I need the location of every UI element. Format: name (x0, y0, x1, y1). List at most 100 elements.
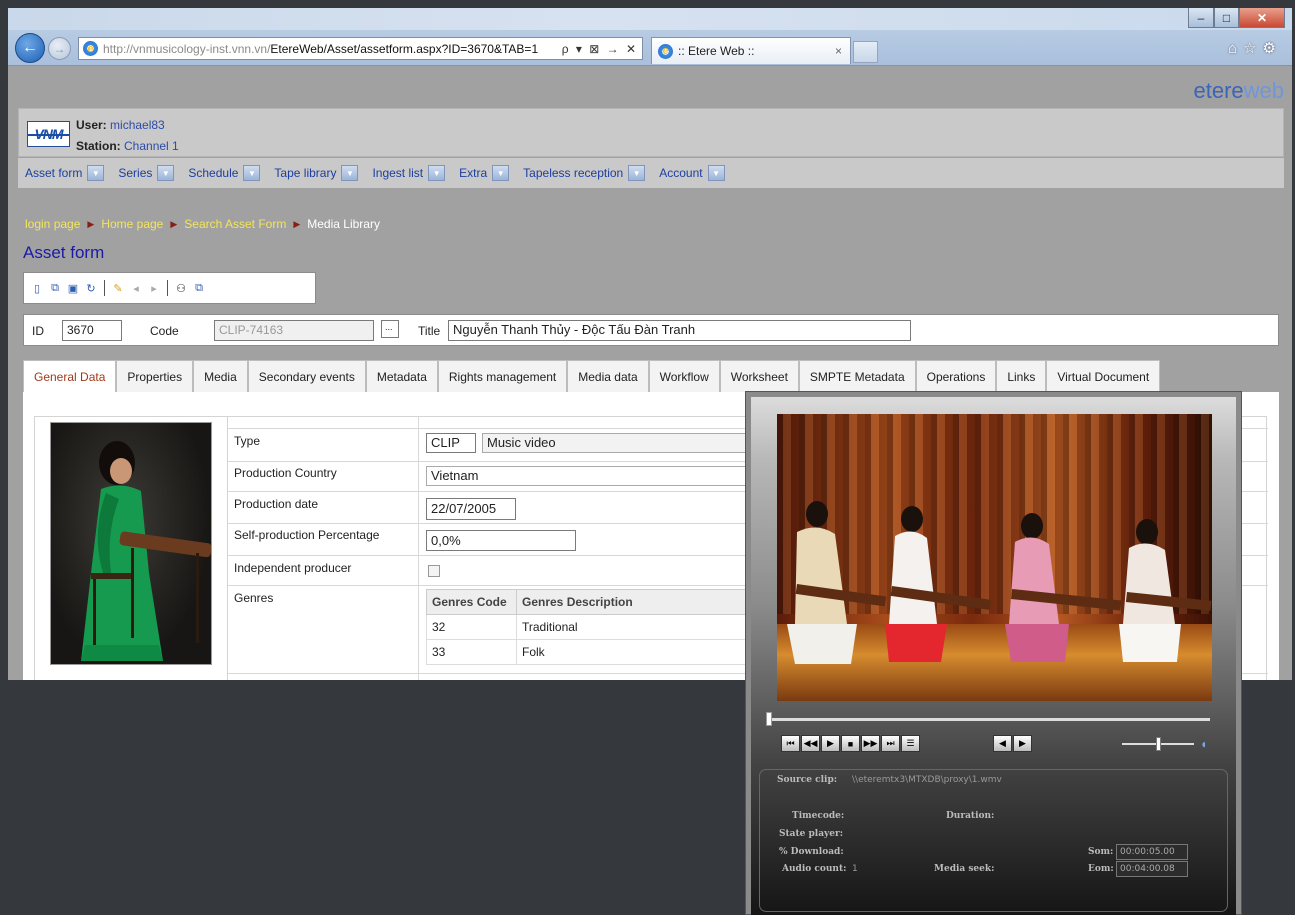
tab-close-icon[interactable]: × (835, 44, 842, 58)
breadcrumb-search[interactable]: Search Asset Form (184, 217, 286, 231)
tab-worksheet[interactable]: Worksheet (719, 360, 799, 393)
new-tab-button[interactable] (853, 41, 878, 63)
country-field[interactable]: Vietnam (426, 466, 766, 486)
genre-desc-cell: Folk (516, 639, 756, 665)
type-desc-field[interactable]: Music video (482, 433, 782, 453)
tab-properties[interactable]: Properties (116, 360, 194, 393)
chevron-down-icon[interactable]: ▼ (87, 165, 105, 181)
menu-tapeless-reception[interactable]: Tapeless reception ▼ (523, 165, 646, 181)
title-field[interactable]: Nguyễn Thanh Thủy - Độc Tấu Đàn Tranh (448, 320, 911, 341)
browser-chrome: – □ ✕ ← → e http://vnmusicology-inst.vnn… (8, 8, 1292, 66)
selfprod-field[interactable]: 0,0% (426, 530, 576, 551)
minimize-button[interactable]: – (1188, 8, 1214, 28)
playlist-icon[interactable]: ☰ (901, 735, 920, 752)
user-value[interactable]: michael83 (110, 118, 165, 132)
genre-desc-cell: Traditional (516, 614, 756, 640)
eom-label: Eom: (1088, 864, 1114, 874)
forward-button[interactable]: → (48, 37, 71, 60)
binoculars-icon[interactable]: ⚇ (174, 281, 188, 295)
menu-ingest-list[interactable]: Ingest list ▼ (372, 165, 446, 181)
independent-producer-checkbox[interactable] (428, 565, 440, 577)
chevron-down-icon[interactable]: ▼ (243, 165, 261, 181)
station-value[interactable]: Channel 1 (124, 139, 179, 153)
new-folder-icon[interactable]: ✎ (111, 281, 125, 295)
back-button[interactable]: ← (15, 33, 45, 63)
frame-forward-icon[interactable]: ▶ (1013, 735, 1032, 752)
column-divider (418, 417, 419, 428)
new-icon[interactable]: ▯ (30, 281, 44, 295)
form-toolbar: ▯ ⧉ ▣ ↻ ✎ ◂ ▸ ⚇ ⧉ (23, 272, 316, 304)
asset-thumbnail[interactable] (50, 422, 212, 665)
tab-operations[interactable]: Operations (915, 360, 997, 393)
tab-rights-management[interactable]: Rights management (437, 360, 568, 393)
menu-schedule[interactable]: Schedule ▼ (188, 165, 261, 181)
chevron-down-icon[interactable]: ▼ (428, 165, 446, 181)
production-date-field[interactable]: 22/07/2005 (426, 498, 516, 520)
browse-button[interactable]: ... (381, 320, 399, 338)
menu-label: Account (659, 166, 703, 180)
table-row[interactable]: 32 Traditional (426, 614, 756, 640)
tab-general-data[interactable]: General Data (23, 360, 117, 393)
som-label: Som: (1088, 847, 1114, 857)
windows-icon[interactable]: ⧉ (192, 281, 206, 295)
refresh-icon[interactable]: ↻ (84, 281, 98, 295)
video-frame[interactable] (777, 414, 1212, 701)
maximize-button[interactable]: □ (1214, 8, 1239, 28)
tab-media[interactable]: Media (193, 360, 248, 393)
frame-back-icon[interactable]: ◀ (993, 735, 1012, 752)
tab-virtual-document[interactable]: Virtual Document (1046, 360, 1161, 393)
menu-extra[interactable]: Extra ▼ (459, 165, 510, 181)
seek-handle[interactable] (766, 712, 772, 726)
chevron-down-icon[interactable]: ▼ (157, 165, 175, 181)
volume-handle[interactable] (1156, 737, 1161, 751)
id-field[interactable]: 3670 (62, 320, 122, 341)
type-code-field[interactable]: CLIP (426, 433, 476, 453)
user-label: User: (76, 118, 107, 132)
chevron-down-icon[interactable]: ▼ (707, 165, 725, 181)
chevron-down-icon[interactable]: ▼ (341, 165, 359, 181)
previous-record-icon[interactable]: ◂ (129, 281, 143, 295)
som-field[interactable]: 00:00:05.00 (1116, 844, 1188, 860)
code-field[interactable]: CLIP-74163 (214, 320, 374, 341)
address-controls[interactable]: ρ ▾ ⊠ → ✕ (558, 42, 642, 56)
seek-bar[interactable] (766, 712, 1210, 726)
skip-end-icon[interactable]: ⏭ (881, 735, 900, 752)
tab-metadata[interactable]: Metadata (365, 360, 438, 393)
address-bar[interactable]: e http://vnmusicology-inst.vnn.vn/ Etere… (78, 37, 643, 60)
menu-account[interactable]: Account ▼ (659, 165, 725, 181)
breadcrumb-home[interactable]: Home page (101, 217, 163, 231)
stop-icon[interactable]: ■ (841, 735, 860, 752)
menu-series[interactable]: Series ▼ (118, 165, 175, 181)
eom-field[interactable]: 00:04:00.08 (1116, 861, 1188, 877)
fast-forward-icon[interactable]: ▶▶ (861, 735, 880, 752)
user-box: VNM User: michael83 Station: Channel 1 (18, 108, 1284, 157)
browser-tools-icons[interactable]: ⌂☆⚙ (1228, 39, 1282, 57)
play-icon[interactable]: ▶ (821, 735, 840, 752)
playback-controls: ⏮ ◀◀ ▶ ■ ▶▶ ⏭ ☰ (781, 735, 920, 752)
next-record-icon[interactable]: ▸ (147, 281, 161, 295)
volume-slider[interactable] (1122, 737, 1194, 751)
copy-icon[interactable]: ⧉ (48, 281, 62, 295)
tab-secondary-events[interactable]: Secondary events (247, 360, 366, 393)
menu-asset-form[interactable]: Asset form ▼ (25, 165, 105, 181)
speaker-icon[interactable]: ◖ (1200, 737, 1207, 751)
tab-media-data[interactable]: Media data (567, 360, 649, 393)
skip-start-icon[interactable]: ⏮ (781, 735, 800, 752)
menu-tape-library[interactable]: Tape library ▼ (274, 165, 359, 181)
tab-smpte-metadata[interactable]: SMPTE Metadata (798, 360, 916, 393)
chevron-down-icon[interactable]: ▼ (628, 165, 646, 181)
column-header[interactable]: Genres Description (516, 589, 756, 615)
column-header[interactable]: Genres Code (426, 589, 517, 615)
source-clip-value: \\eteremtx3\MTXDB\proxy\1.wmv (852, 775, 1002, 785)
rewind-icon[interactable]: ◀◀ (801, 735, 820, 752)
tab-links[interactable]: Links (996, 360, 1047, 393)
column-divider (418, 524, 419, 555)
close-window-button[interactable]: ✕ (1239, 8, 1285, 28)
menu-label: Series (118, 166, 153, 180)
save-icon[interactable]: ▣ (66, 281, 80, 295)
tab-workflow[interactable]: Workflow (648, 360, 720, 393)
browser-tab[interactable]: e :: Etere Web :: × (651, 37, 851, 64)
breadcrumb-login[interactable]: login page (25, 217, 80, 231)
chevron-down-icon[interactable]: ▼ (492, 165, 510, 181)
table-row[interactable]: 33 Folk (426, 639, 756, 665)
